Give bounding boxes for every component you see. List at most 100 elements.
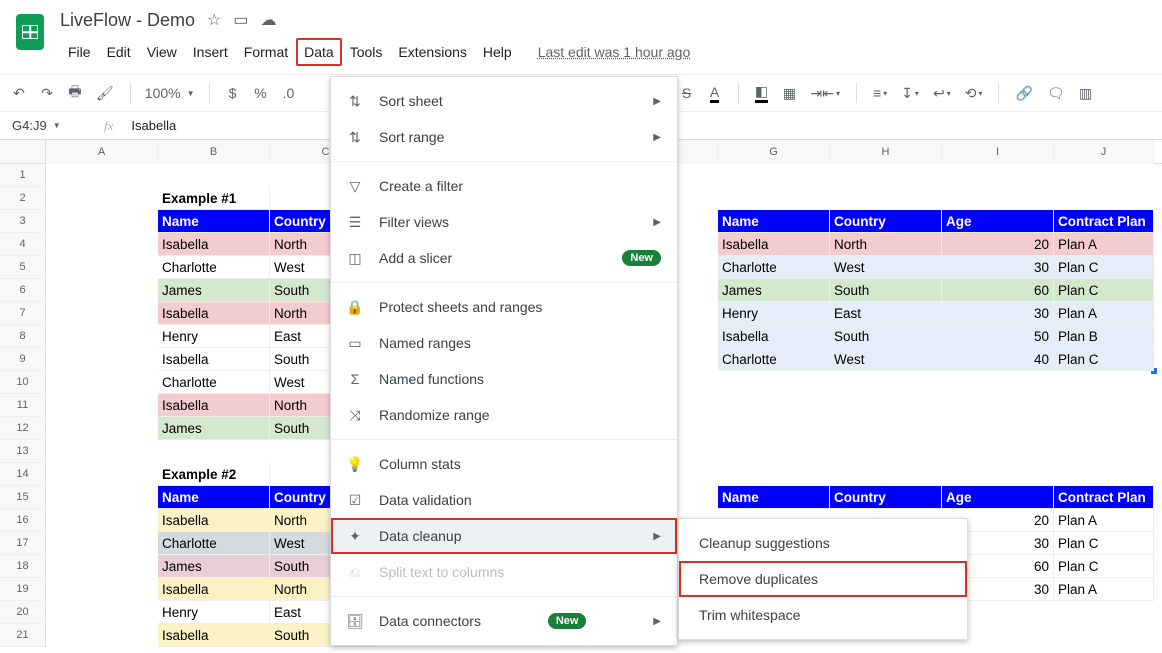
row-header-2[interactable]: 2 (0, 187, 46, 210)
ex1-right-plan-2[interactable]: Plan C (1054, 279, 1154, 302)
ex1-right-name-4[interactable]: Isabella (718, 325, 830, 348)
row-header-11[interactable]: 11 (0, 394, 46, 417)
row-header-9[interactable]: 9 (0, 348, 46, 371)
ex1-right-name-1[interactable]: Charlotte (718, 256, 830, 279)
sheets-logo[interactable] (10, 12, 50, 52)
ex1-left-name-8[interactable]: James (158, 417, 270, 440)
menu-extensions[interactable]: Extensions (390, 38, 474, 66)
h-align-button[interactable]: ≡▾ (871, 81, 889, 105)
ex1-right-age-1[interactable]: 30 (942, 256, 1054, 279)
menu-edit[interactable]: Edit (99, 38, 139, 66)
ex1-left-name-3[interactable]: Isabella (158, 302, 270, 325)
wrap-button[interactable]: ↩▾ (931, 81, 953, 106)
menu-file[interactable]: File (60, 38, 99, 66)
paint-format-button[interactable]: 🖌 (94, 81, 116, 106)
ex2-left-name-3[interactable]: Isabella (158, 578, 270, 601)
select-all-corner[interactable] (0, 140, 46, 164)
ex2-right-plan-4[interactable]: Plan A (1054, 578, 1154, 601)
row-header-8[interactable]: 8 (0, 325, 46, 348)
last-edit[interactable]: Last edit was 1 hour ago (530, 38, 699, 66)
data-menu-item-named-ranges[interactable]: ▭Named ranges (331, 325, 677, 361)
ex2-right-plan-2[interactable]: Plan C (1054, 532, 1154, 555)
undo-button[interactable]: ↶ (10, 81, 28, 106)
ex1-right-plan-1[interactable]: Plan C (1054, 256, 1154, 279)
example2-title[interactable]: Example #2 (158, 463, 270, 486)
cloud-icon[interactable]: ☁ (261, 10, 277, 30)
data-menu-item-data-cleanup[interactable]: ✦Data cleanup▶ (331, 518, 677, 554)
cleanup-submenu-remove-duplicates[interactable]: Remove duplicates (679, 561, 967, 597)
ex1-left-name-1[interactable]: Charlotte (158, 256, 270, 279)
data-menu-item-sort-sheet[interactable]: ⇅Sort sheet▶ (331, 83, 677, 119)
ex1-left-name-5[interactable]: Isabella (158, 348, 270, 371)
ex1-right-country-5[interactable]: West (830, 348, 942, 371)
ex1-left-name-4[interactable]: Henry (158, 325, 270, 348)
ex1-right-plan-3[interactable]: Plan A (1054, 302, 1154, 325)
data-menu-item-data-connectors[interactable]: 🗄Data connectorsNew▶ (331, 603, 677, 639)
row-header-7[interactable]: 7 (0, 302, 46, 325)
ex2-left-name-1[interactable]: Charlotte (158, 532, 270, 555)
ex2-right-header-2[interactable]: Age (942, 486, 1054, 509)
example1-title[interactable]: Example #1 (158, 187, 270, 210)
ex1-right-age-3[interactable]: 30 (942, 302, 1054, 325)
ex1-right-header-3[interactable]: Contract Plan (1054, 210, 1154, 233)
col-header-H[interactable]: H (830, 140, 942, 164)
menu-insert[interactable]: Insert (185, 38, 236, 66)
fill-color-button[interactable]: ◧ (753, 79, 771, 107)
ex1-right-header-2[interactable]: Age (942, 210, 1054, 233)
ex2-right-header-1[interactable]: Country (830, 486, 942, 509)
text-color-button[interactable]: A (706, 80, 724, 107)
ex1-right-country-4[interactable]: South (830, 325, 942, 348)
row-header-20[interactable]: 20 (0, 601, 46, 624)
ex1-left-name-6[interactable]: Charlotte (158, 371, 270, 394)
merge-button[interactable]: ⇥⇤▾ (809, 81, 842, 106)
menu-data[interactable]: Data (296, 38, 342, 66)
strikethrough-button[interactable]: S (678, 81, 696, 105)
ex1-right-plan-4[interactable]: Plan B (1054, 325, 1154, 348)
menu-tools[interactable]: Tools (342, 38, 391, 66)
data-menu-item-named-functions[interactable]: ΣNamed functions (331, 361, 677, 397)
col-header-G[interactable]: G (718, 140, 830, 164)
ex2-right-header-3[interactable]: Contract Plan (1054, 486, 1154, 509)
ex1-right-country-0[interactable]: North (830, 233, 942, 256)
data-menu-item-column-stats[interactable]: 💡Column stats (331, 446, 677, 482)
col-header-I[interactable]: I (942, 140, 1054, 164)
menu-help[interactable]: Help (475, 38, 520, 66)
print-button[interactable]: 🖶 (66, 77, 84, 109)
zoom-select[interactable]: 100%▼ (145, 85, 195, 101)
ex1-right-country-3[interactable]: East (830, 302, 942, 325)
ex2-left-name-5[interactable]: Isabella (158, 624, 270, 647)
redo-button[interactable]: ↷ (38, 81, 56, 106)
col-header-A[interactable]: A (46, 140, 158, 164)
ex2-left-name-2[interactable]: James (158, 555, 270, 578)
formula-bar[interactable]: Isabella (123, 118, 176, 133)
row-header-1[interactable]: 1 (0, 164, 46, 187)
star-icon[interactable]: ☆ (207, 10, 221, 30)
comment-button[interactable]: 🗨 (1045, 81, 1067, 106)
move-icon[interactable]: ▭ (233, 10, 248, 30)
decrease-decimal-button[interactable]: .0 (280, 81, 298, 105)
cleanup-submenu-cleanup-suggestions[interactable]: Cleanup suggestions (679, 525, 967, 561)
ex1-right-name-0[interactable]: Isabella (718, 233, 830, 256)
ex1-left-header-0[interactable]: Name (158, 210, 270, 233)
col-header-B[interactable]: B (158, 140, 270, 164)
row-header-17[interactable]: 17 (0, 532, 46, 555)
borders-button[interactable]: ▦ (781, 81, 799, 106)
row-header-10[interactable]: 10 (0, 371, 46, 394)
row-header-14[interactable]: 14 (0, 463, 46, 486)
ex1-right-age-4[interactable]: 50 (942, 325, 1054, 348)
ex1-right-country-2[interactable]: South (830, 279, 942, 302)
ex1-right-age-2[interactable]: 60 (942, 279, 1054, 302)
row-header-4[interactable]: 4 (0, 233, 46, 256)
ex2-left-header-0[interactable]: Name (158, 486, 270, 509)
row-header-13[interactable]: 13 (0, 440, 46, 463)
row-header-6[interactable]: 6 (0, 279, 46, 302)
format-percent-button[interactable]: % (252, 81, 270, 105)
ex2-left-name-4[interactable]: Henry (158, 601, 270, 624)
ex1-right-header-1[interactable]: Country (830, 210, 942, 233)
link-button[interactable]: 🔗 (1013, 81, 1034, 106)
name-box[interactable]: G4:J9▼ (4, 118, 94, 133)
rotate-button[interactable]: ⟲▾ (963, 81, 985, 106)
data-menu-item-add-a-slicer[interactable]: ◫Add a slicerNew (331, 240, 677, 276)
doc-title[interactable]: LiveFlow - Demo (60, 10, 195, 31)
row-header-5[interactable]: 5 (0, 256, 46, 279)
